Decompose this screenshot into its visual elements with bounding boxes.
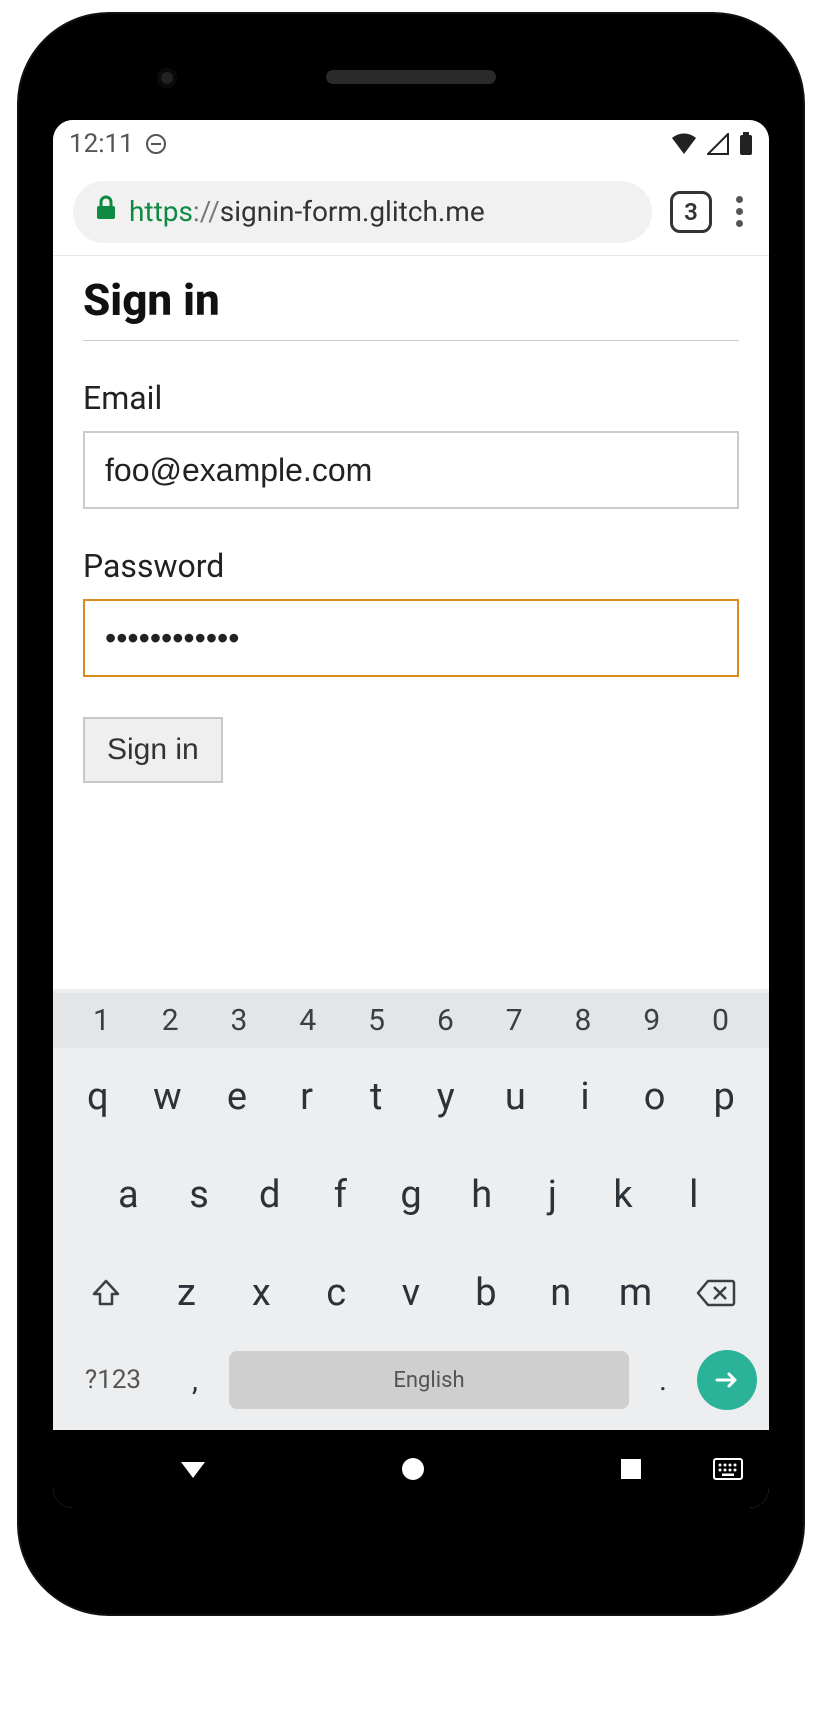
page-content: Sign in Email Password Sign in bbox=[53, 256, 769, 989]
key-2[interactable]: 2 bbox=[136, 1003, 205, 1038]
key-e[interactable]: e bbox=[206, 1058, 268, 1136]
key-f[interactable]: f bbox=[309, 1156, 372, 1234]
key-8[interactable]: 8 bbox=[549, 1003, 618, 1038]
key-9[interactable]: 9 bbox=[617, 1003, 686, 1038]
period-key[interactable]: . bbox=[637, 1348, 689, 1412]
key-o[interactable]: o bbox=[624, 1058, 686, 1136]
keyboard-bottom-row: ?123 , English . bbox=[53, 1342, 769, 1430]
key-u[interactable]: u bbox=[485, 1058, 547, 1136]
key-h[interactable]: h bbox=[450, 1156, 513, 1234]
cell-signal-icon bbox=[707, 133, 729, 155]
nav-home-button[interactable] bbox=[399, 1455, 427, 1483]
email-field-group: Email bbox=[83, 379, 739, 509]
comma-key[interactable]: , bbox=[169, 1348, 221, 1412]
key-q[interactable]: q bbox=[67, 1058, 129, 1136]
wifi-icon bbox=[671, 133, 697, 155]
key-l[interactable]: l bbox=[662, 1156, 725, 1234]
spacebar-key[interactable]: English bbox=[229, 1351, 629, 1409]
nav-recents-button[interactable] bbox=[618, 1456, 644, 1482]
phone-camera bbox=[157, 68, 177, 88]
status-time: 12:11 bbox=[69, 129, 134, 159]
phone-frame: 12:11 bbox=[19, 14, 803, 1614]
key-t[interactable]: t bbox=[345, 1058, 407, 1136]
phone-speaker bbox=[326, 70, 496, 84]
key-5[interactable]: 5 bbox=[342, 1003, 411, 1038]
backspace-key[interactable] bbox=[677, 1254, 755, 1332]
power-button-hw bbox=[799, 384, 803, 484]
android-nav-bar bbox=[53, 1430, 769, 1508]
key-i[interactable]: i bbox=[554, 1058, 616, 1136]
key-k[interactable]: k bbox=[592, 1156, 655, 1234]
key-7[interactable]: 7 bbox=[480, 1003, 549, 1038]
key-x[interactable]: x bbox=[228, 1254, 295, 1332]
key-g[interactable]: g bbox=[380, 1156, 443, 1234]
password-field-group: Password bbox=[83, 547, 739, 677]
key-w[interactable]: w bbox=[137, 1058, 199, 1136]
key-6[interactable]: 6 bbox=[411, 1003, 480, 1038]
keyboard-switch-icon[interactable] bbox=[713, 1458, 743, 1480]
key-p[interactable]: p bbox=[693, 1058, 755, 1136]
key-4[interactable]: 4 bbox=[273, 1003, 342, 1038]
key-0[interactable]: 0 bbox=[686, 1003, 755, 1038]
lock-icon bbox=[95, 195, 117, 228]
volume-up-hw bbox=[799, 584, 803, 714]
url-separator: :// bbox=[193, 195, 220, 228]
page-title: Sign in bbox=[83, 274, 739, 341]
keyboard-row-3: z x c v b n m bbox=[53, 1244, 769, 1342]
keyboard-row-2: a s d f g h j k l bbox=[53, 1146, 769, 1244]
key-a[interactable]: a bbox=[97, 1156, 160, 1234]
status-bar: 12:11 bbox=[53, 120, 769, 168]
key-n[interactable]: n bbox=[527, 1254, 594, 1332]
do-not-disturb-icon bbox=[144, 132, 168, 156]
tab-count: 3 bbox=[684, 198, 698, 226]
overflow-menu-button[interactable] bbox=[730, 190, 749, 233]
key-m[interactable]: m bbox=[602, 1254, 669, 1332]
sign-in-button[interactable]: Sign in bbox=[83, 717, 223, 783]
volume-down-hw bbox=[799, 734, 803, 864]
key-1[interactable]: 1 bbox=[67, 1003, 136, 1038]
tab-switcher-button[interactable]: 3 bbox=[670, 191, 712, 233]
symbols-key[interactable]: ?123 bbox=[65, 1348, 161, 1412]
email-label: Email bbox=[83, 379, 739, 417]
key-s[interactable]: s bbox=[168, 1156, 231, 1234]
screen: 12:11 bbox=[53, 120, 769, 1508]
url-bar[interactable]: https://signin-form.glitch.me bbox=[73, 181, 652, 243]
key-r[interactable]: r bbox=[276, 1058, 338, 1136]
key-z[interactable]: z bbox=[153, 1254, 220, 1332]
key-d[interactable]: d bbox=[238, 1156, 301, 1234]
shift-key[interactable] bbox=[67, 1254, 145, 1332]
enter-key[interactable] bbox=[697, 1350, 757, 1410]
soft-keyboard: 1 2 3 4 5 6 7 8 9 0 q w e r t y bbox=[53, 989, 769, 1430]
email-input[interactable] bbox=[83, 431, 739, 509]
password-input[interactable] bbox=[83, 599, 739, 677]
battery-icon bbox=[739, 132, 753, 156]
keyboard-row-1: q w e r t y u i o p bbox=[53, 1048, 769, 1146]
password-label: Password bbox=[83, 547, 739, 585]
key-c[interactable]: c bbox=[303, 1254, 370, 1332]
key-y[interactable]: y bbox=[415, 1058, 477, 1136]
url-host: signin-form.glitch.me bbox=[220, 195, 485, 228]
url-scheme: https bbox=[129, 195, 193, 228]
key-j[interactable]: j bbox=[521, 1156, 584, 1234]
browser-toolbar: https://signin-form.glitch.me 3 bbox=[53, 168, 769, 256]
nav-back-button[interactable] bbox=[178, 1454, 208, 1484]
key-b[interactable]: b bbox=[452, 1254, 519, 1332]
key-v[interactable]: v bbox=[378, 1254, 445, 1332]
keyboard-number-row: 1 2 3 4 5 6 7 8 9 0 bbox=[53, 993, 769, 1048]
key-3[interactable]: 3 bbox=[205, 1003, 274, 1038]
